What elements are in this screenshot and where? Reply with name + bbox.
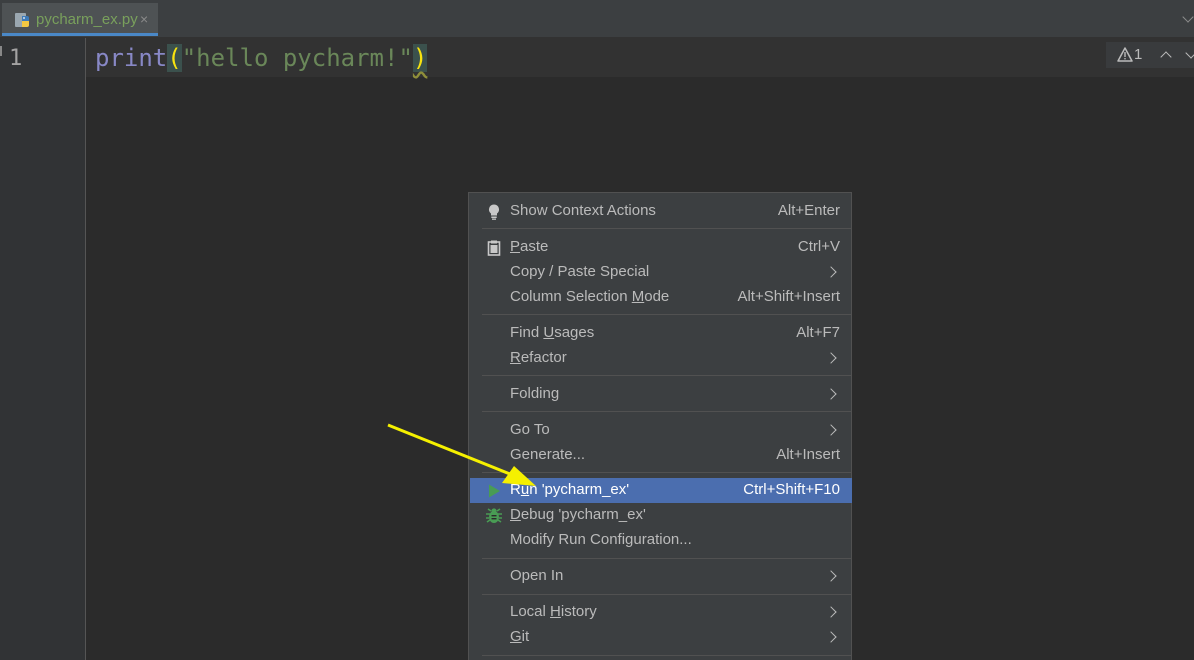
menu-separator: [482, 375, 852, 376]
menu-item-generate[interactable]: Generate... Alt+Insert: [470, 443, 852, 468]
clipboard-icon: [485, 239, 503, 257]
menu-item-label: Column Selection Mode: [510, 288, 670, 305]
previous-highlight-chevron-up-icon[interactable]: [1159, 48, 1173, 62]
submenu-chevron-right-icon: [825, 570, 837, 582]
menu-item-shortcut: Ctrl+V: [797, 238, 840, 255]
menu-item-label: Copy / Paste Special: [510, 263, 650, 280]
menu-item-label: Generate...: [510, 446, 586, 463]
tab-pycharm-ex[interactable]: pycharm_ex.py ×: [2, 3, 158, 36]
menu-separator: [482, 472, 852, 473]
menu-item-label: Modify Run Configuration...: [510, 531, 692, 548]
menu-item-copy-paste-special[interactable]: Copy / Paste Special: [470, 260, 852, 285]
menu-item-label: Refactor: [510, 349, 567, 366]
code-open-paren: (: [167, 44, 182, 72]
menu-item-local-history[interactable]: Local History: [470, 600, 852, 625]
menu-separator: [482, 558, 852, 559]
lightbulb-icon: [485, 203, 503, 221]
menu-item-go-to[interactable]: Go To: [470, 418, 852, 443]
code-keyword: print: [95, 44, 168, 72]
gutter-marker: [0, 46, 2, 56]
menu-item-label: Debug 'pycharm_ex': [510, 506, 646, 523]
menu-separator: [482, 594, 852, 595]
menu-separator: [482, 314, 852, 315]
submenu-chevron-right-icon: [825, 352, 837, 364]
menu-item-shortcut: Alt+Enter: [777, 202, 840, 219]
menu-item-label: Run 'pycharm_ex': [510, 481, 630, 498]
menu-separator: [482, 655, 852, 656]
menu-item-label: Find Usages: [510, 324, 595, 341]
tab-list-chevron-icon[interactable]: [1180, 8, 1194, 28]
submenu-chevron-right-icon: [825, 266, 837, 278]
menu-item-git[interactable]: Git: [470, 625, 852, 650]
warning-count: 1: [1134, 46, 1143, 63]
code-line-1[interactable]: print("hello pycharm!"): [95, 43, 428, 73]
menu-item-run[interactable]: Run 'pycharm_ex' Ctrl+Shift+F10: [470, 478, 852, 503]
menu-item-shortcut: Alt+Insert: [776, 446, 840, 463]
menu-item-folding[interactable]: Folding: [470, 382, 852, 407]
menu-item-label: Show Context Actions: [510, 202, 656, 219]
menu-item-shortcut: Ctrl+Shift+F10: [743, 481, 840, 498]
menu-item-open-in[interactable]: Open In: [470, 564, 852, 589]
python-file-icon: [13, 10, 33, 30]
debug-bug-icon: [485, 507, 503, 525]
code-string: "hello pycharm!": [181, 44, 413, 72]
menu-item-paste[interactable]: Paste Ctrl+V: [470, 235, 852, 260]
submenu-chevron-right-icon: [825, 606, 837, 618]
menu-item-label: Open In: [510, 567, 564, 584]
menu-item-debug[interactable]: Debug 'pycharm_ex': [470, 503, 852, 528]
menu-separator: [482, 411, 852, 412]
menu-item-label: Local History: [510, 603, 597, 620]
menu-item-label: Go To: [510, 421, 550, 438]
line-number: 1: [9, 46, 23, 71]
next-highlight-chevron-down-icon[interactable]: [1184, 48, 1194, 62]
menu-item-refactor[interactable]: Refactor: [470, 346, 852, 371]
menu-item-shortcut: Alt+F7: [796, 324, 840, 341]
tab-filename: pycharm_ex.py: [36, 11, 138, 28]
editor-tab-bar: pycharm_ex.py ×: [0, 0, 1194, 38]
run-icon: [485, 482, 503, 500]
menu-item-label: Paste: [510, 238, 549, 255]
menu-item-shortcut: Alt+Shift+Insert: [737, 288, 840, 305]
editor-context-menu: Show Context Actions Alt+Enter Paste Ctr…: [468, 192, 852, 660]
menu-item-find-usages[interactable]: Find Usages Alt+F7: [470, 321, 852, 346]
submenu-chevron-right-icon: [825, 388, 837, 400]
menu-item-label: Folding: [510, 385, 560, 402]
code-close-paren: ): [412, 44, 428, 72]
line-number-gutter: 1: [0, 38, 86, 660]
tab-close-icon[interactable]: ×: [140, 11, 148, 27]
menu-separator: [482, 228, 852, 229]
submenu-chevron-right-icon: [825, 631, 837, 643]
menu-item-show-context-actions[interactable]: Show Context Actions Alt+Enter: [470, 199, 852, 224]
submenu-chevron-right-icon: [825, 424, 837, 436]
warning-icon: [1117, 47, 1133, 62]
inspection-widget[interactable]: 1: [1106, 42, 1194, 68]
menu-item-label: Git: [510, 628, 530, 645]
menu-item-modify-run-configuration[interactable]: Modify Run Configuration...: [470, 528, 852, 553]
menu-item-column-selection-mode[interactable]: Column Selection Mode Alt+Shift+Insert: [470, 285, 852, 310]
